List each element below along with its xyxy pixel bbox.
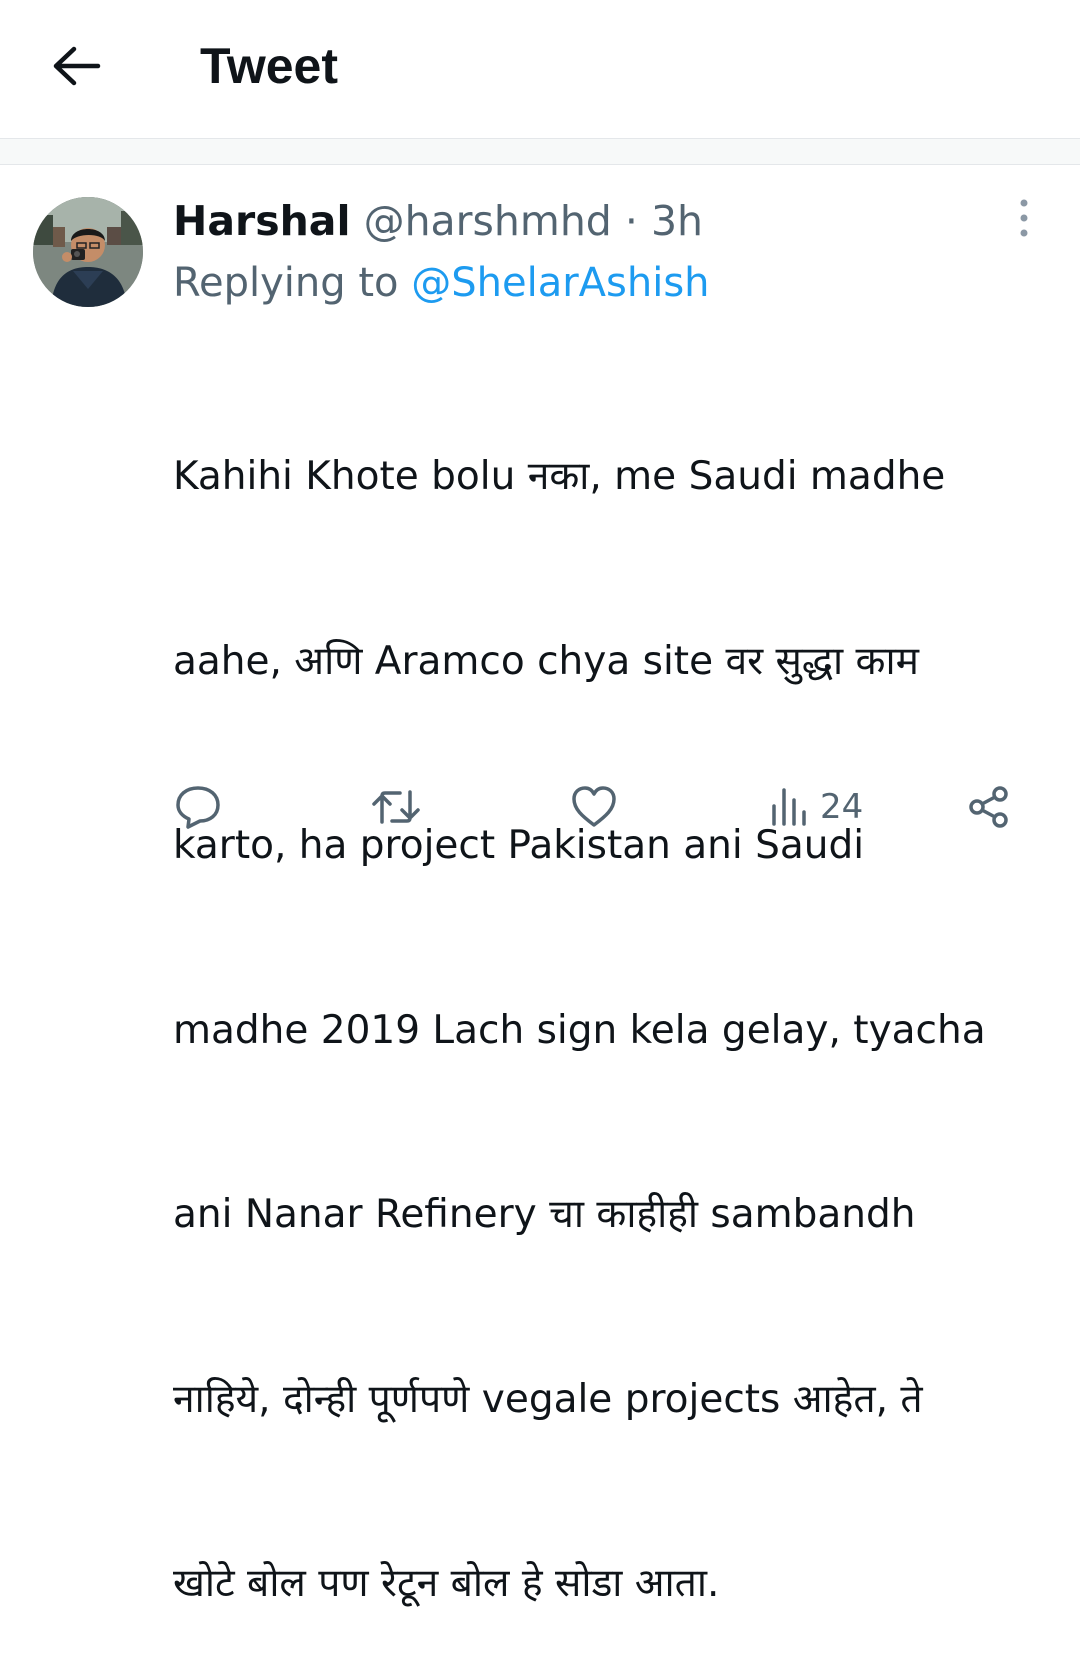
avatar[interactable] — [33, 197, 143, 307]
back-button[interactable] — [46, 36, 106, 96]
reply-button[interactable] — [174, 780, 222, 834]
heart-icon — [572, 786, 616, 827]
share-button[interactable] — [966, 780, 1012, 834]
replying-to-label: Replying to — [173, 260, 399, 306]
more-vertical-icon — [1020, 199, 1028, 237]
avatar-photo — [33, 197, 143, 307]
author-handle[interactable]: @harshmhd — [364, 197, 612, 245]
tweet-text-line: ani Nanar Refinery चा काहीही sambandh — [173, 1192, 916, 1237]
replying-to: Replying to @ShelarAshish — [173, 255, 1053, 311]
retweet-button[interactable] — [370, 780, 422, 834]
tweet-text-line: नाहिये, दोन्ही पूर्णपणे vegale projects … — [173, 1376, 923, 1422]
tweet-text-line: Kahihi Khote bolu नका, me Saudi madhe — [173, 454, 946, 499]
views-button[interactable]: 24 — [768, 780, 863, 834]
arrow-left-icon — [53, 46, 101, 86]
section-divider — [0, 164, 1080, 165]
tweet-text-line: madhe 2019 Lach sign kela gelay, tyacha — [173, 1007, 986, 1053]
views-bars-icon — [772, 788, 806, 826]
section-gap — [0, 139, 1080, 164]
replying-to-handle[interactable]: @ShelarAshish — [411, 260, 709, 306]
tweet-header: Harshal @harshmhd · 3h — [173, 193, 1003, 249]
author-name[interactable]: Harshal — [173, 197, 351, 245]
top-app-bar: Tweet — [0, 0, 1080, 138]
separator-dot: · — [624, 197, 638, 245]
tweet-text-line: खोटे बोल पण रेटून बोल हे सोडा आता. — [173, 1561, 720, 1606]
tweet-actions-bar: 24 — [0, 772, 1080, 842]
share-icon — [969, 786, 1008, 828]
page-title: Tweet — [200, 38, 338, 94]
more-options-button[interactable] — [1002, 196, 1046, 240]
retweet-icon — [372, 790, 420, 824]
reply-bubble-icon — [176, 786, 220, 829]
views-count: 24 — [820, 787, 864, 827]
tweet-text: Kahihi Khote bolu नका, me Saudi madhe aa… — [173, 323, 1053, 1676]
tweet-text-line: aahe, अणि Aramco chya site वर सुद्धा काम — [173, 638, 919, 684]
like-button[interactable] — [570, 780, 618, 834]
tweet-time[interactable]: 3h — [651, 197, 703, 245]
